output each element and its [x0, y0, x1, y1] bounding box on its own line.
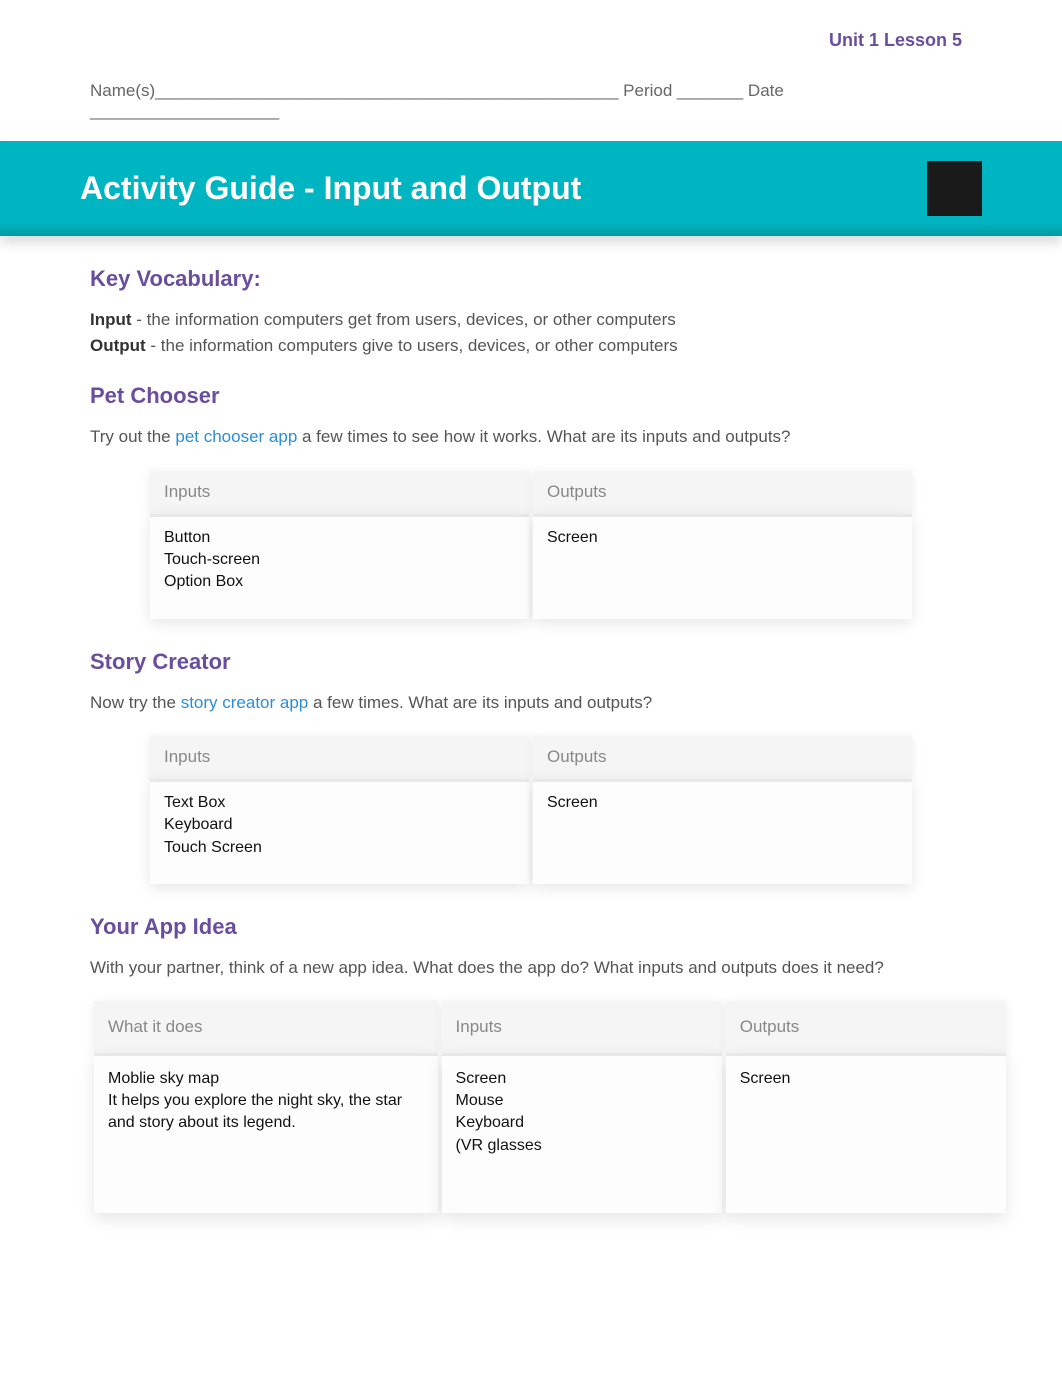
story-creator-heading: Story Creator: [90, 649, 972, 675]
story-creator-prompt: Now try the story creator app a few time…: [90, 690, 972, 716]
idea-outputs-header: Outputs: [726, 1001, 1006, 1053]
table-row: Inputs Outputs: [150, 470, 912, 514]
table-row: Text Box Keyboard Touch Screen Screen: [150, 779, 912, 884]
idea-inputs-cell[interactable]: Screen Mouse Keyboard (VR glasses: [442, 1053, 722, 1213]
table-row: Inputs Outputs: [150, 735, 912, 779]
story-inputs-cell[interactable]: Text Box Keyboard Touch Screen: [150, 779, 529, 884]
pet-chooser-link[interactable]: pet chooser app: [175, 427, 297, 446]
pet-pre-text: Try out the: [90, 427, 175, 446]
vocab-output-def: - the information computers give to user…: [146, 336, 678, 355]
name-period-date-line: Name(s)_________________________________…: [0, 71, 1062, 141]
story-outputs-cell[interactable]: Screen: [533, 779, 912, 884]
vocab-definitions: Input - the information computers get fr…: [90, 307, 972, 358]
pet-chooser-prompt: Try out the pet chooser app a few times …: [90, 424, 972, 450]
table-row: What it does Inputs Outputs: [94, 1001, 1006, 1053]
vocab-input-def: - the information computers get from use…: [132, 310, 676, 329]
page-title: Activity Guide - Input and Output: [80, 170, 581, 207]
idea-what-header: What it does: [94, 1001, 438, 1053]
pet-io-table: Inputs Outputs Button Touch-screen Optio…: [146, 470, 916, 619]
worksheet-page: Unit 1 Lesson 5 Name(s)_________________…: [0, 0, 1062, 1303]
vocab-input-term: Input: [90, 310, 132, 329]
idea-what-cell[interactable]: Moblie sky map It helps you explore the …: [94, 1053, 438, 1213]
pet-outputs-header: Outputs: [533, 470, 912, 514]
unit-lesson-label: Unit 1 Lesson 5: [0, 0, 1062, 71]
pet-inputs-cell[interactable]: Button Touch-screen Option Box: [150, 514, 529, 619]
pet-outputs-cell[interactable]: Screen: [533, 514, 912, 619]
app-idea-heading: Your App Idea: [90, 914, 972, 940]
idea-table: What it does Inputs Outputs Moblie sky m…: [90, 1001, 1010, 1213]
content-area: Key Vocabulary: Input - the information …: [0, 266, 1062, 1213]
story-pre-text: Now try the: [90, 693, 181, 712]
vocab-output-term: Output: [90, 336, 146, 355]
app-idea-prompt: With your partner, think of a new app id…: [90, 955, 972, 981]
story-creator-link[interactable]: story creator app: [181, 693, 309, 712]
story-inputs-header: Inputs: [150, 735, 529, 779]
table-row: Moblie sky map It helps you explore the …: [94, 1053, 1006, 1213]
pet-inputs-header: Inputs: [150, 470, 529, 514]
story-post-text: a few times. What are its inputs and out…: [308, 693, 652, 712]
pet-chooser-heading: Pet Chooser: [90, 383, 972, 409]
table-row: Button Touch-screen Option Box Screen: [150, 514, 912, 619]
idea-outputs-cell[interactable]: Screen: [726, 1053, 1006, 1213]
story-io-table: Inputs Outputs Text Box Keyboard Touch S…: [146, 735, 916, 884]
vocab-heading: Key Vocabulary:: [90, 266, 972, 292]
story-outputs-header: Outputs: [533, 735, 912, 779]
title-banner: Activity Guide - Input and Output: [0, 141, 1062, 236]
idea-inputs-header: Inputs: [442, 1001, 722, 1053]
title-icon: [927, 161, 982, 216]
pet-post-text: a few times to see how it works. What ar…: [297, 427, 790, 446]
